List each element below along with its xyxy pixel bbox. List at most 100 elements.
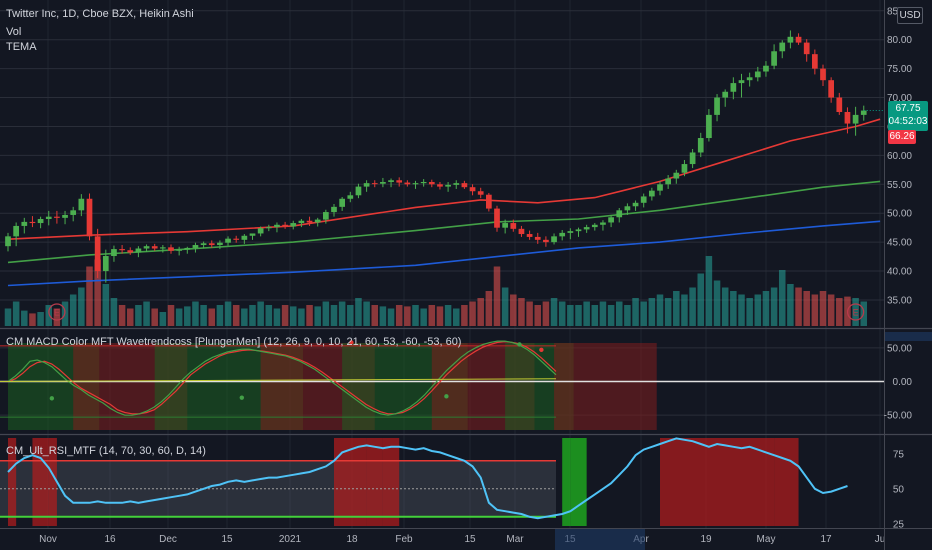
x-tick-label: 19 (700, 534, 712, 545)
volume-bar (567, 305, 574, 326)
volume-bar (795, 287, 802, 326)
volume-bar (184, 306, 191, 326)
candle-body (860, 110, 867, 115)
volume-bar (216, 305, 224, 326)
volume-bar (102, 284, 110, 326)
price-tick-label: 75.00 (887, 64, 912, 75)
candle-body (575, 229, 582, 232)
candle-body (94, 236, 101, 272)
candle-body (567, 231, 574, 233)
candle-body (274, 224, 280, 228)
candle-body (722, 91, 729, 98)
indicator-tema-label[interactable]: TEMA (6, 41, 37, 53)
candle-body (461, 183, 468, 188)
candle-body (298, 220, 305, 224)
candle-body (648, 190, 655, 197)
volume-bar (444, 305, 452, 326)
candle-body (754, 71, 761, 78)
volume-bar (289, 306, 297, 326)
candle-body (534, 236, 541, 240)
candle-body (388, 180, 394, 182)
candle-body (233, 238, 240, 240)
rsi-zone (334, 438, 367, 526)
candle-body (437, 184, 443, 187)
volume-bar (428, 305, 436, 326)
candle-body (192, 245, 199, 248)
candle-body (665, 178, 672, 185)
macd-cross-dot (517, 342, 522, 347)
x-tick-label: 17 (820, 534, 832, 545)
x-tick-label: Nov (39, 534, 57, 545)
volume-bar (355, 298, 362, 326)
volume-bar (118, 305, 126, 326)
volume-bar (452, 308, 460, 326)
candle-body (632, 202, 639, 207)
candle-body (314, 219, 321, 223)
volume-bar (151, 308, 158, 326)
symbol-title[interactable]: Twitter Inc, 1D, Cboe BZX, Heikin Ashi (6, 8, 194, 20)
macd-pane-title[interactable]: CM MACD Color MFT Wavetrendcoss [Plunger… (6, 336, 461, 348)
rsi-zone (570, 438, 587, 526)
candle-body (510, 223, 517, 229)
volume-bar (681, 294, 688, 326)
rsi-tick-label: 75 (893, 449, 905, 460)
volume-bar (550, 298, 558, 326)
volume-bar (257, 301, 264, 326)
volume-bar (135, 305, 142, 326)
volume-bar (338, 301, 346, 326)
volume-bar (363, 301, 370, 326)
candle-body (836, 97, 843, 112)
volume-bar (110, 298, 118, 326)
volume-bar (200, 305, 207, 326)
volume-bar (648, 298, 656, 326)
volume-bar (4, 308, 12, 326)
currency-button[interactable]: USD (897, 7, 923, 24)
trading-chart[interactable]: EEE Nov16Dec15202118Feb15Mar15Apr19May17… (0, 0, 932, 550)
candle-body (249, 233, 256, 236)
candle-body (78, 198, 85, 211)
volume-bar (607, 305, 615, 326)
candle-body (608, 217, 614, 223)
candle-body (551, 236, 557, 243)
candle-body (225, 238, 231, 243)
volume-bar (836, 298, 843, 326)
candle-body (583, 227, 590, 230)
price-tick-label: 40.00 (887, 267, 912, 278)
volume-bar (37, 312, 44, 326)
candle-body (306, 220, 313, 223)
macd-cross-dot (239, 395, 245, 400)
rsi-pane-title[interactable]: CM_Ult_RSI_MTF (14, 70, 30, 60, D, 14) (6, 445, 206, 457)
volume-bar (126, 308, 134, 326)
rsi-zone (660, 438, 775, 526)
volume-bar (461, 305, 468, 326)
rsi-zone (366, 438, 383, 526)
candle-body (852, 114, 859, 124)
candle-body (673, 172, 680, 179)
candle-body (681, 164, 688, 173)
candle-body (412, 183, 419, 185)
countdown-value: 04:52:03 (888, 116, 928, 127)
volume-bar (673, 291, 680, 326)
volume-bar (510, 294, 517, 326)
earnings-marker-label: E (54, 308, 60, 318)
candle-body (290, 223, 297, 227)
volume-bar (314, 306, 321, 326)
candle-body (13, 225, 20, 237)
price-tick-label: 55.00 (887, 180, 912, 191)
candle-body (591, 224, 598, 228)
candle-body (730, 83, 737, 92)
volume-bar (787, 284, 794, 326)
candle-body (494, 208, 500, 228)
candle-body (746, 77, 753, 81)
volume-bar (477, 298, 484, 326)
candle-body (86, 198, 93, 237)
volume-bar (558, 301, 566, 326)
volume-bar (754, 294, 762, 326)
volume-bar (322, 301, 330, 326)
x-tick-label: 15 (221, 534, 233, 545)
volume-bar (86, 266, 93, 326)
candle-body (477, 191, 484, 195)
candle-body (159, 247, 166, 249)
indicator-vol-label[interactable]: Vol (6, 26, 21, 38)
candle-body (738, 80, 745, 84)
